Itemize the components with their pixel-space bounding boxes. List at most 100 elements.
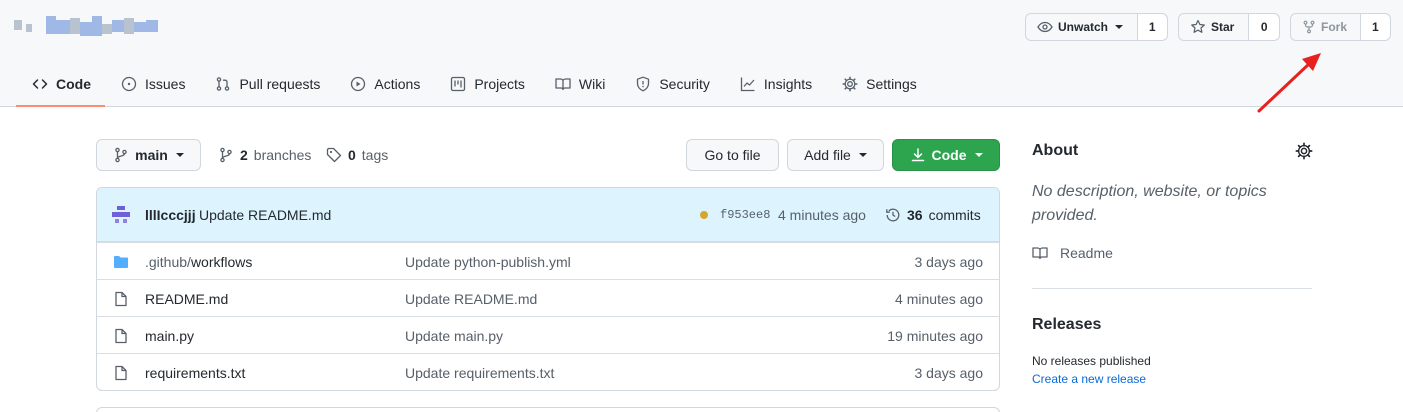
watch-count[interactable]: 1 xyxy=(1136,14,1167,40)
chevron-down-icon xyxy=(858,153,867,157)
tab-label: Issues xyxy=(145,76,186,92)
file-name[interactable]: requirements.txt xyxy=(145,365,245,381)
unwatch-button[interactable]: Unwatch xyxy=(1026,14,1137,40)
readme-link[interactable]: Readme xyxy=(1032,245,1113,261)
folder-icon xyxy=(114,256,128,268)
commit-time: 4 minutes ago xyxy=(778,207,866,223)
code-button-label: Code xyxy=(931,147,967,163)
tab-security[interactable]: Security xyxy=(619,62,724,106)
tags-link[interactable]: 0 tags xyxy=(326,139,388,171)
file-commit-message[interactable]: Update requirements.txt xyxy=(405,365,554,381)
tab-pull-requests[interactable]: Pull requests xyxy=(199,62,334,106)
tab-label: Code xyxy=(56,75,91,92)
tab-label: Insights xyxy=(763,76,813,92)
commit-sha[interactable]: f953ee8 xyxy=(720,208,770,222)
file-row: main.py Update main.py 19 minutes ago xyxy=(97,316,999,353)
chevron-down-icon xyxy=(1115,25,1124,29)
gear-icon xyxy=(842,76,858,92)
tab-label: Security xyxy=(659,76,710,92)
fork-label: Fork xyxy=(1321,20,1348,34)
file-age: 3 days ago xyxy=(914,365,984,381)
branch-name: main xyxy=(135,147,168,163)
annotation-arrow-icon xyxy=(1257,53,1321,113)
star-count[interactable]: 0 xyxy=(1248,14,1279,40)
tab-wiki[interactable]: Wiki xyxy=(539,62,619,106)
repo-header: Unwatch 1 Star 0 Fork 1 Code Issues Pull… xyxy=(0,0,1403,107)
file-name[interactable]: main.py xyxy=(145,328,194,344)
add-file-button[interactable]: Add file xyxy=(787,139,884,171)
readme-box-edge xyxy=(96,407,1000,412)
file-icon xyxy=(115,291,127,307)
file-icon xyxy=(115,328,127,344)
file-icon xyxy=(115,365,127,381)
tab-label: Actions xyxy=(374,76,421,92)
tab-actions[interactable]: Actions xyxy=(334,62,434,106)
avatar[interactable] xyxy=(111,205,131,225)
repo-title-obscured[interactable] xyxy=(14,14,164,38)
commits-link[interactable]: 36 commits xyxy=(885,207,981,223)
watch-group: Unwatch 1 xyxy=(1025,13,1168,41)
eye-icon xyxy=(1037,21,1053,33)
file-commit-message[interactable]: Update README.md xyxy=(405,291,537,307)
file-commit-message[interactable]: Update main.py xyxy=(405,328,503,344)
unwatch-label: Unwatch xyxy=(1058,20,1109,34)
pull-request-icon xyxy=(215,76,231,92)
latest-commit-row: lllIcccjjj Update README.md f953ee8 4 mi… xyxy=(97,188,999,242)
sidebar-divider xyxy=(1032,288,1312,289)
shield-icon xyxy=(635,76,651,92)
create-release-link[interactable]: Create a new release xyxy=(1032,372,1146,386)
book-icon xyxy=(1032,247,1048,260)
branch-select-button[interactable]: main xyxy=(96,139,201,171)
tab-insights[interactable]: Insights xyxy=(724,62,826,106)
file-age: 4 minutes ago xyxy=(895,291,983,307)
chevron-down-icon xyxy=(175,153,184,157)
file-name-link[interactable]: .github/workflows xyxy=(145,254,252,270)
graph-icon xyxy=(740,76,756,92)
star-label: Star xyxy=(1211,20,1235,34)
tab-settings[interactable]: Settings xyxy=(826,62,931,106)
pending-status-dot[interactable] xyxy=(700,211,708,219)
file-row: .github/workflows Update python-publish.… xyxy=(97,242,999,279)
add-file-label: Add file xyxy=(804,147,851,163)
code-icon xyxy=(32,76,48,92)
project-icon xyxy=(450,76,466,92)
file-list: lllIcccjjj Update README.md f953ee8 4 mi… xyxy=(96,187,1000,391)
code-download-button[interactable]: Code xyxy=(892,139,1000,171)
book-icon xyxy=(555,76,571,92)
fork-icon xyxy=(1303,20,1315,34)
branches-count: 2 xyxy=(240,147,248,163)
branches-link[interactable]: 2 branches xyxy=(218,139,311,171)
readme-label: Readme xyxy=(1060,245,1113,261)
releases-heading[interactable]: Releases xyxy=(1032,316,1101,334)
file-name[interactable]: README.md xyxy=(145,291,228,307)
tab-issues[interactable]: Issues xyxy=(105,62,199,106)
commit-message[interactable]: Update README.md xyxy=(199,207,331,223)
file-age: 19 minutes ago xyxy=(887,328,983,344)
repo-nav-tabs: Code Issues Pull requests Actions Projec… xyxy=(16,62,931,107)
go-to-file-button[interactable]: Go to file xyxy=(686,139,779,171)
fork-button[interactable]: Fork xyxy=(1291,14,1360,40)
commit-author[interactable]: lllIcccjjj xyxy=(145,207,196,223)
branch-icon xyxy=(115,147,127,163)
play-icon xyxy=(350,76,366,92)
gear-icon[interactable] xyxy=(1295,142,1313,160)
file-age: 3 days ago xyxy=(914,254,984,270)
chevron-down-icon xyxy=(974,153,983,157)
tags-count: 0 xyxy=(348,147,356,163)
tab-code[interactable]: Code xyxy=(16,62,105,107)
file-commit-message[interactable]: Update python-publish.yml xyxy=(405,254,571,270)
commits-label: commits xyxy=(928,207,981,223)
fork-count[interactable]: 1 xyxy=(1359,14,1390,40)
about-heading: About xyxy=(1032,142,1079,159)
star-icon xyxy=(1191,19,1205,33)
branches-label: branches xyxy=(253,147,312,163)
no-releases-text: No releases published xyxy=(1032,354,1151,368)
history-icon xyxy=(886,208,900,222)
star-button[interactable]: Star xyxy=(1179,14,1248,40)
commits-count: 36 xyxy=(907,207,923,223)
file-name-prefix: .github/ xyxy=(145,254,191,270)
tab-label: Pull requests xyxy=(239,76,321,92)
tab-projects[interactable]: Projects xyxy=(434,62,539,106)
file-row: README.md Update README.md 4 minutes ago xyxy=(97,279,999,316)
tab-label: Settings xyxy=(866,76,917,92)
